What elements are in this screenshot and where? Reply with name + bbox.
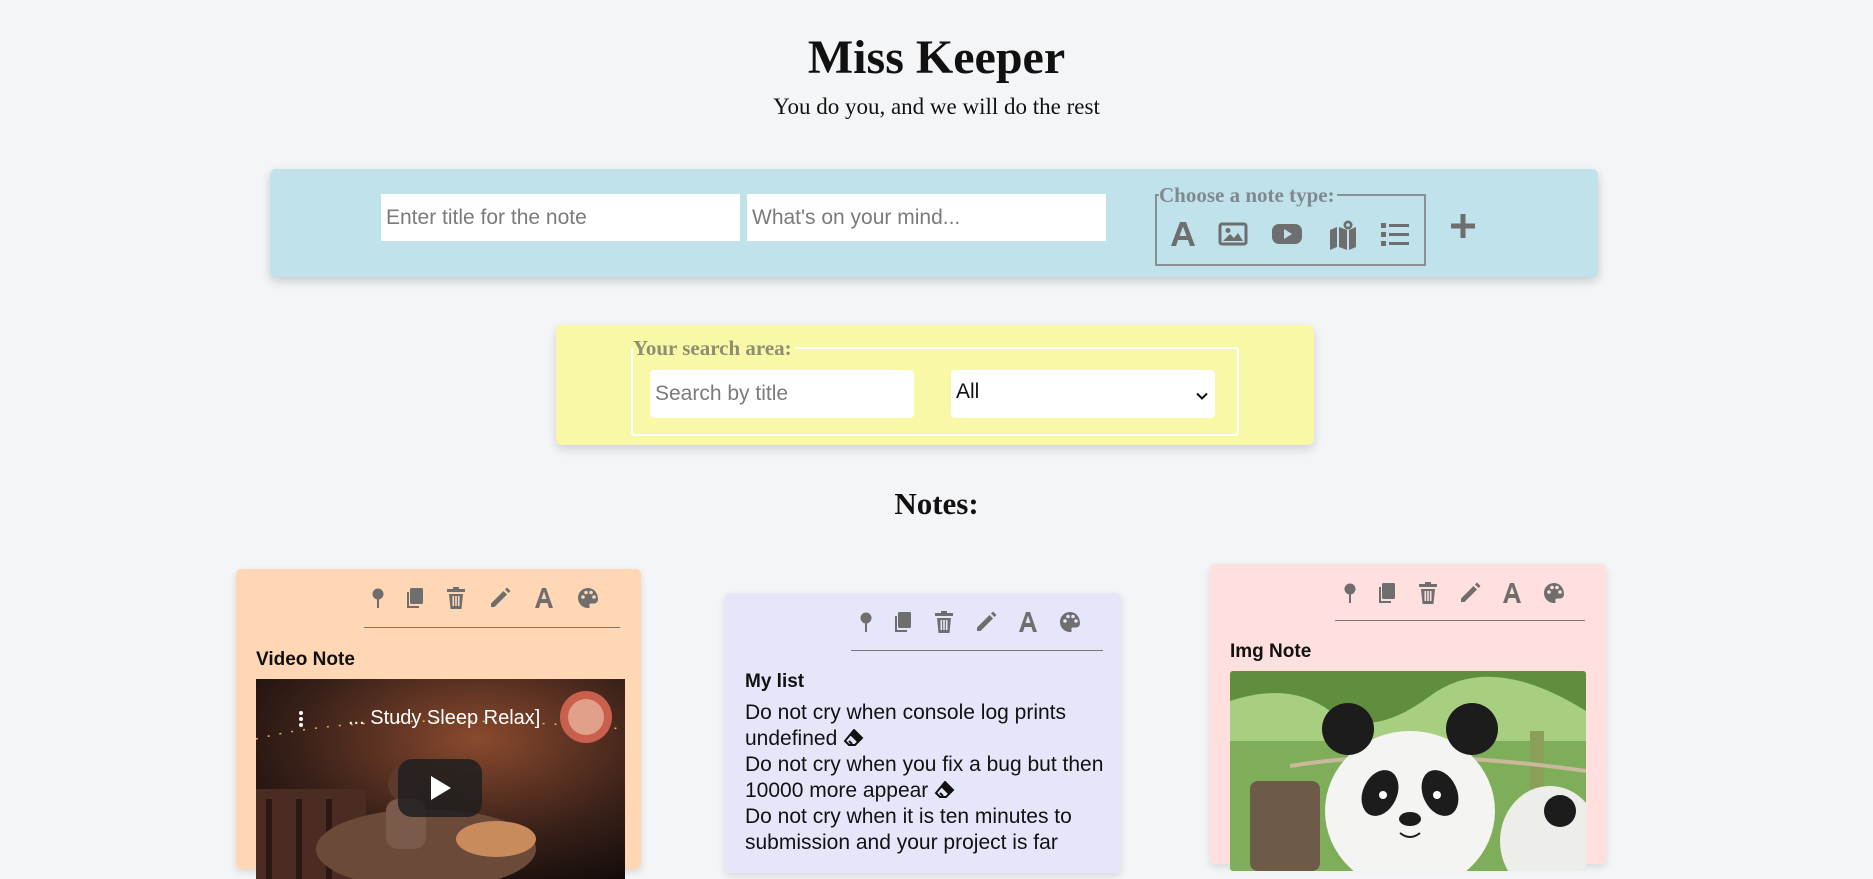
app-header: Miss Keeper You do you, and we will do t… (0, 28, 1873, 120)
text-type-icon[interactable] (1167, 218, 1199, 250)
list-item-text: Do not cry when it is ten minutes to sub… (745, 805, 1072, 854)
notes-heading: Notes: (894, 486, 979, 521)
note-card-image: Img Note (1210, 564, 1606, 871)
app-title: Miss Keeper (807, 31, 1066, 84)
edit-icon[interactable] (974, 610, 998, 634)
note-composer: Choose a note type: (270, 169, 1598, 277)
search-fieldset: Your search area: All (631, 336, 1239, 436)
note-text-input[interactable] (747, 194, 1106, 241)
add-note-button[interactable] (1448, 211, 1478, 241)
list-type-icon[interactable] (1379, 218, 1411, 250)
search-area: Your search area: All (556, 325, 1314, 445)
palette-icon[interactable] (1058, 610, 1082, 634)
search-legend: Your search area: (633, 336, 795, 360)
note-divider (851, 650, 1103, 651)
play-icon[interactable] (398, 759, 482, 817)
eraser-icon[interactable] (934, 780, 956, 799)
video-title: ... Study Sleep Relax] (348, 707, 541, 729)
note-title: Img Note (1230, 641, 1312, 662)
image-type-icon[interactable] (1217, 218, 1249, 250)
list-item[interactable]: Do not cry when it is ten minutes to sub… (745, 804, 1105, 856)
search-input[interactable] (650, 370, 914, 418)
note-toolbar (1338, 581, 1588, 613)
trash-icon[interactable] (932, 610, 956, 634)
list-item[interactable]: Do not cry when you fix a bug but then 1… (745, 752, 1105, 804)
note-title: My list (745, 671, 805, 692)
palette-icon[interactable] (576, 586, 600, 610)
pin-icon[interactable] (1338, 581, 1362, 605)
note-toolbar (854, 610, 1104, 642)
panda-image (1230, 671, 1586, 871)
note-divider (364, 627, 620, 628)
video-embed[interactable]: ... Study Sleep Relax] (256, 679, 625, 879)
font-icon[interactable] (532, 586, 556, 610)
app-subtitle: You do you, and we will do the rest (773, 94, 1100, 119)
font-icon[interactable] (1016, 610, 1040, 634)
todo-list: Do not cry when console log prints undef… (745, 700, 1105, 856)
video-type-icon[interactable] (1271, 218, 1303, 250)
note-title-input[interactable] (381, 194, 740, 241)
list-item-text: Do not cry when console log prints undef… (745, 701, 1066, 750)
note-type-legend: Choose a note type: (1159, 183, 1337, 207)
list-item-text: Do not cry when you fix a bug but then 1… (745, 753, 1104, 802)
more-vertical-icon[interactable] (291, 709, 311, 729)
palette-icon[interactable] (1542, 581, 1566, 605)
pin-icon[interactable] (854, 610, 878, 634)
eraser-icon[interactable] (843, 728, 865, 747)
copy-icon[interactable] (1374, 581, 1398, 605)
chevron-down-icon (1195, 385, 1209, 400)
note-type-chooser: Choose a note type: (1155, 183, 1426, 266)
note-card-video: Video Note ... Study Sleep Relax] (236, 569, 641, 879)
trash-icon[interactable] (1416, 581, 1440, 605)
filter-value: All (956, 380, 980, 403)
note-toolbar (366, 586, 626, 618)
note-card-list: My list Do not cry when console log prin… (725, 593, 1121, 873)
copy-icon[interactable] (890, 610, 914, 634)
font-icon[interactable] (1500, 581, 1524, 605)
edit-icon[interactable] (488, 586, 512, 610)
pin-icon[interactable] (366, 586, 390, 610)
note-divider (1335, 620, 1585, 621)
copy-icon[interactable] (402, 586, 426, 610)
edit-icon[interactable] (1458, 581, 1482, 605)
note-title: Video Note (256, 649, 355, 670)
trash-icon[interactable] (444, 586, 468, 610)
map-type-icon[interactable] (1327, 218, 1359, 250)
note-type-filter[interactable]: All (951, 370, 1215, 418)
list-item[interactable]: Do not cry when console log prints undef… (745, 700, 1105, 752)
